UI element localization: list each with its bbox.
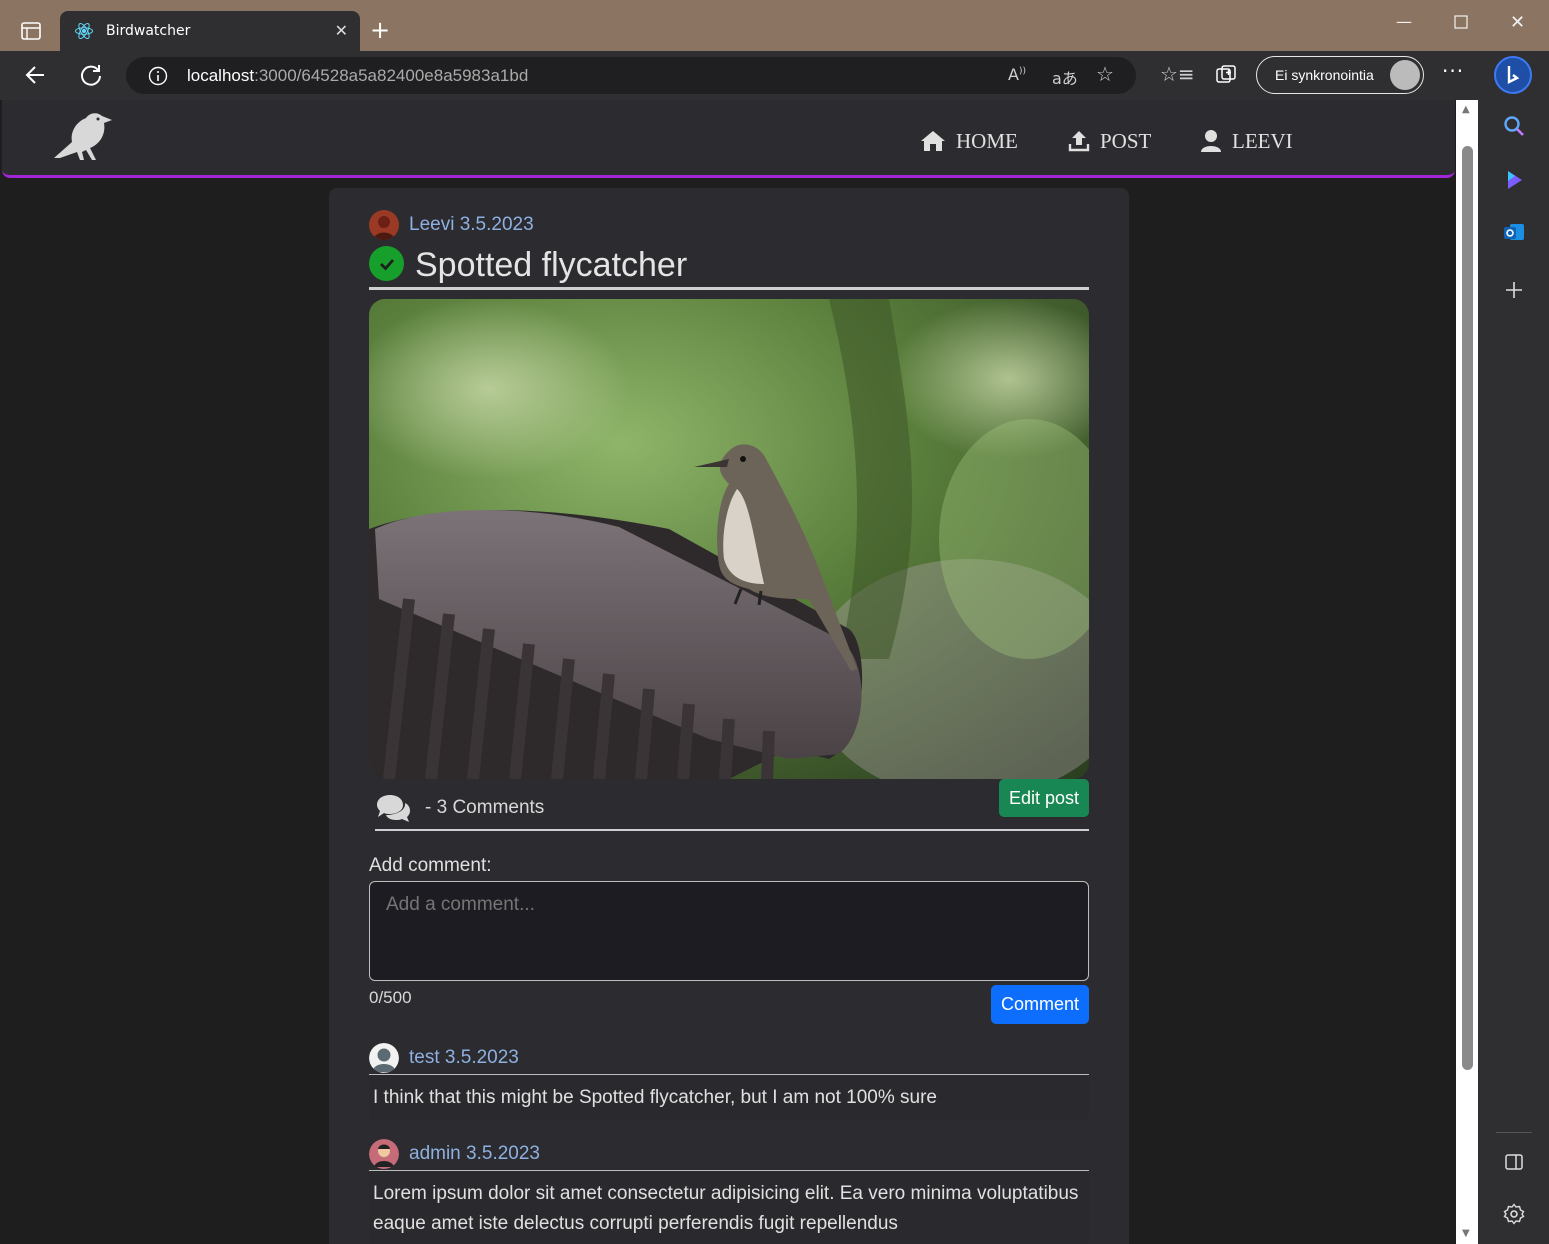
new-tab-icon[interactable]: + [370, 16, 390, 44]
nav-user-link[interactable]: LEEVI [1200, 128, 1293, 154]
nav-home-link[interactable]: HOME [920, 128, 1018, 154]
comment-header: test 3.5.2023 [369, 1042, 1089, 1075]
verified-check-icon [369, 246, 404, 281]
scroll-down-icon[interactable]: ▼ [1462, 1228, 1470, 1239]
profile-avatar-icon [1390, 60, 1420, 90]
window-close-icon[interactable]: ✕ [1510, 12, 1525, 33]
tab-title: Birdwatcher [106, 23, 191, 39]
author-avatar[interactable] [369, 210, 399, 240]
collections-icon[interactable] [1214, 63, 1238, 87]
search-icon[interactable] [1502, 114, 1526, 138]
post-photo [369, 299, 1089, 779]
nav-post-label: POST [1100, 128, 1152, 153]
nav-home-label: HOME [956, 128, 1018, 153]
comments-summary: - 3 Comments [375, 786, 1089, 831]
bird-logo-icon[interactable] [50, 108, 116, 164]
comment-submit-button[interactable]: Comment [991, 985, 1089, 1024]
refresh-icon[interactable] [77, 61, 105, 89]
comment-item: admin 3.5.2023 Lorem ipsum dolor sit ame… [369, 1138, 1089, 1244]
char-counter: 0/500 [369, 988, 412, 1007]
scroll-up-icon[interactable]: ▲ [1462, 104, 1470, 115]
home-icon [921, 131, 945, 151]
comment-input[interactable] [369, 881, 1089, 981]
comment-meta[interactable]: admin 3.5.2023 [409, 1143, 540, 1165]
post-card: Leevi 3.5.2023 Spotted flycatcher - 3 Co… [329, 188, 1129, 1244]
favorites-icon[interactable]: ☆≡ [1160, 62, 1195, 86]
profile-button[interactable]: Ei synkronointia [1256, 56, 1424, 94]
settings-icon[interactable] [1502, 1202, 1526, 1226]
url-text: localhost:3000/64528a5a82400e8a5983a1bd [187, 66, 529, 85]
comment-header: admin 3.5.2023 [369, 1138, 1089, 1171]
close-icon[interactable]: ✕ [335, 21, 348, 40]
info-icon[interactable] [148, 66, 168, 86]
post-title-row: Spotted flycatcher [369, 246, 1089, 290]
sidebar-divider [1496, 1132, 1532, 1133]
add-icon[interactable] [1502, 278, 1526, 302]
sidebar-panel-icon[interactable] [1502, 1150, 1526, 1174]
read-aloud-icon[interactable]: A)) [1008, 65, 1026, 84]
maximize-icon[interactable] [1454, 14, 1468, 33]
bing-icon[interactable] [1494, 56, 1532, 94]
browser-toolbar: localhost:3000/64528a5a82400e8a5983a1bd … [0, 51, 1549, 100]
comment-avatar[interactable] [369, 1042, 399, 1073]
translate-icon[interactable]: aあ [1052, 65, 1078, 89]
title-bar: Birdwatcher ✕ + — ✕ [0, 0, 1549, 51]
tab-actions-icon[interactable] [16, 16, 46, 46]
edit-post-button[interactable]: Edit post [999, 779, 1089, 817]
copilot-icon[interactable] [1502, 168, 1526, 192]
comment-item: test 3.5.2023 I think that this might be… [369, 1042, 1089, 1121]
back-icon[interactable] [22, 61, 50, 89]
comments-icon [377, 794, 410, 822]
user-icon [1201, 130, 1221, 152]
post-meta[interactable]: Leevi 3.5.2023 [409, 214, 534, 236]
comment-text: I think that this might be Spotted flyca… [369, 1075, 1089, 1121]
edge-sidebar [1478, 100, 1549, 1244]
profile-label: Ei synkronointia [1275, 67, 1374, 83]
scroll-thumb[interactable] [1462, 146, 1473, 1070]
add-favorite-icon[interactable]: ☆ [1096, 62, 1114, 86]
upload-icon [1068, 131, 1090, 152]
comment-avatar[interactable] [369, 1138, 399, 1169]
more-icon[interactable]: ··· [1442, 59, 1464, 83]
minimize-icon[interactable]: — [1396, 12, 1412, 31]
nav-user-label: LEEVI [1232, 128, 1293, 153]
site-navbar: HOME POST LEEVI [2, 100, 1455, 178]
add-comment-label: Add comment: [369, 855, 492, 876]
post-author-row: Leevi 3.5.2023 [369, 210, 534, 240]
outlook-icon[interactable] [1502, 220, 1526, 244]
comments-count: - 3 Comments [425, 796, 545, 818]
post-title: Spotted flycatcher [415, 246, 688, 284]
nav-post-link[interactable]: POST [1068, 128, 1151, 154]
address-bar[interactable]: localhost:3000/64528a5a82400e8a5983a1bd … [126, 57, 1136, 94]
page-scrollbar[interactable]: ▲ ▼ [1456, 100, 1478, 1244]
react-favicon-icon [75, 22, 93, 40]
comment-text: Lorem ipsum dolor sit amet consectetur a… [369, 1171, 1089, 1244]
comment-meta[interactable]: test 3.5.2023 [409, 1047, 519, 1069]
browser-tab[interactable]: Birdwatcher ✕ [60, 11, 360, 51]
page-viewport: HOME POST LEEVI Leevi 3.5.2023 Spotted f… [0, 100, 1456, 1244]
